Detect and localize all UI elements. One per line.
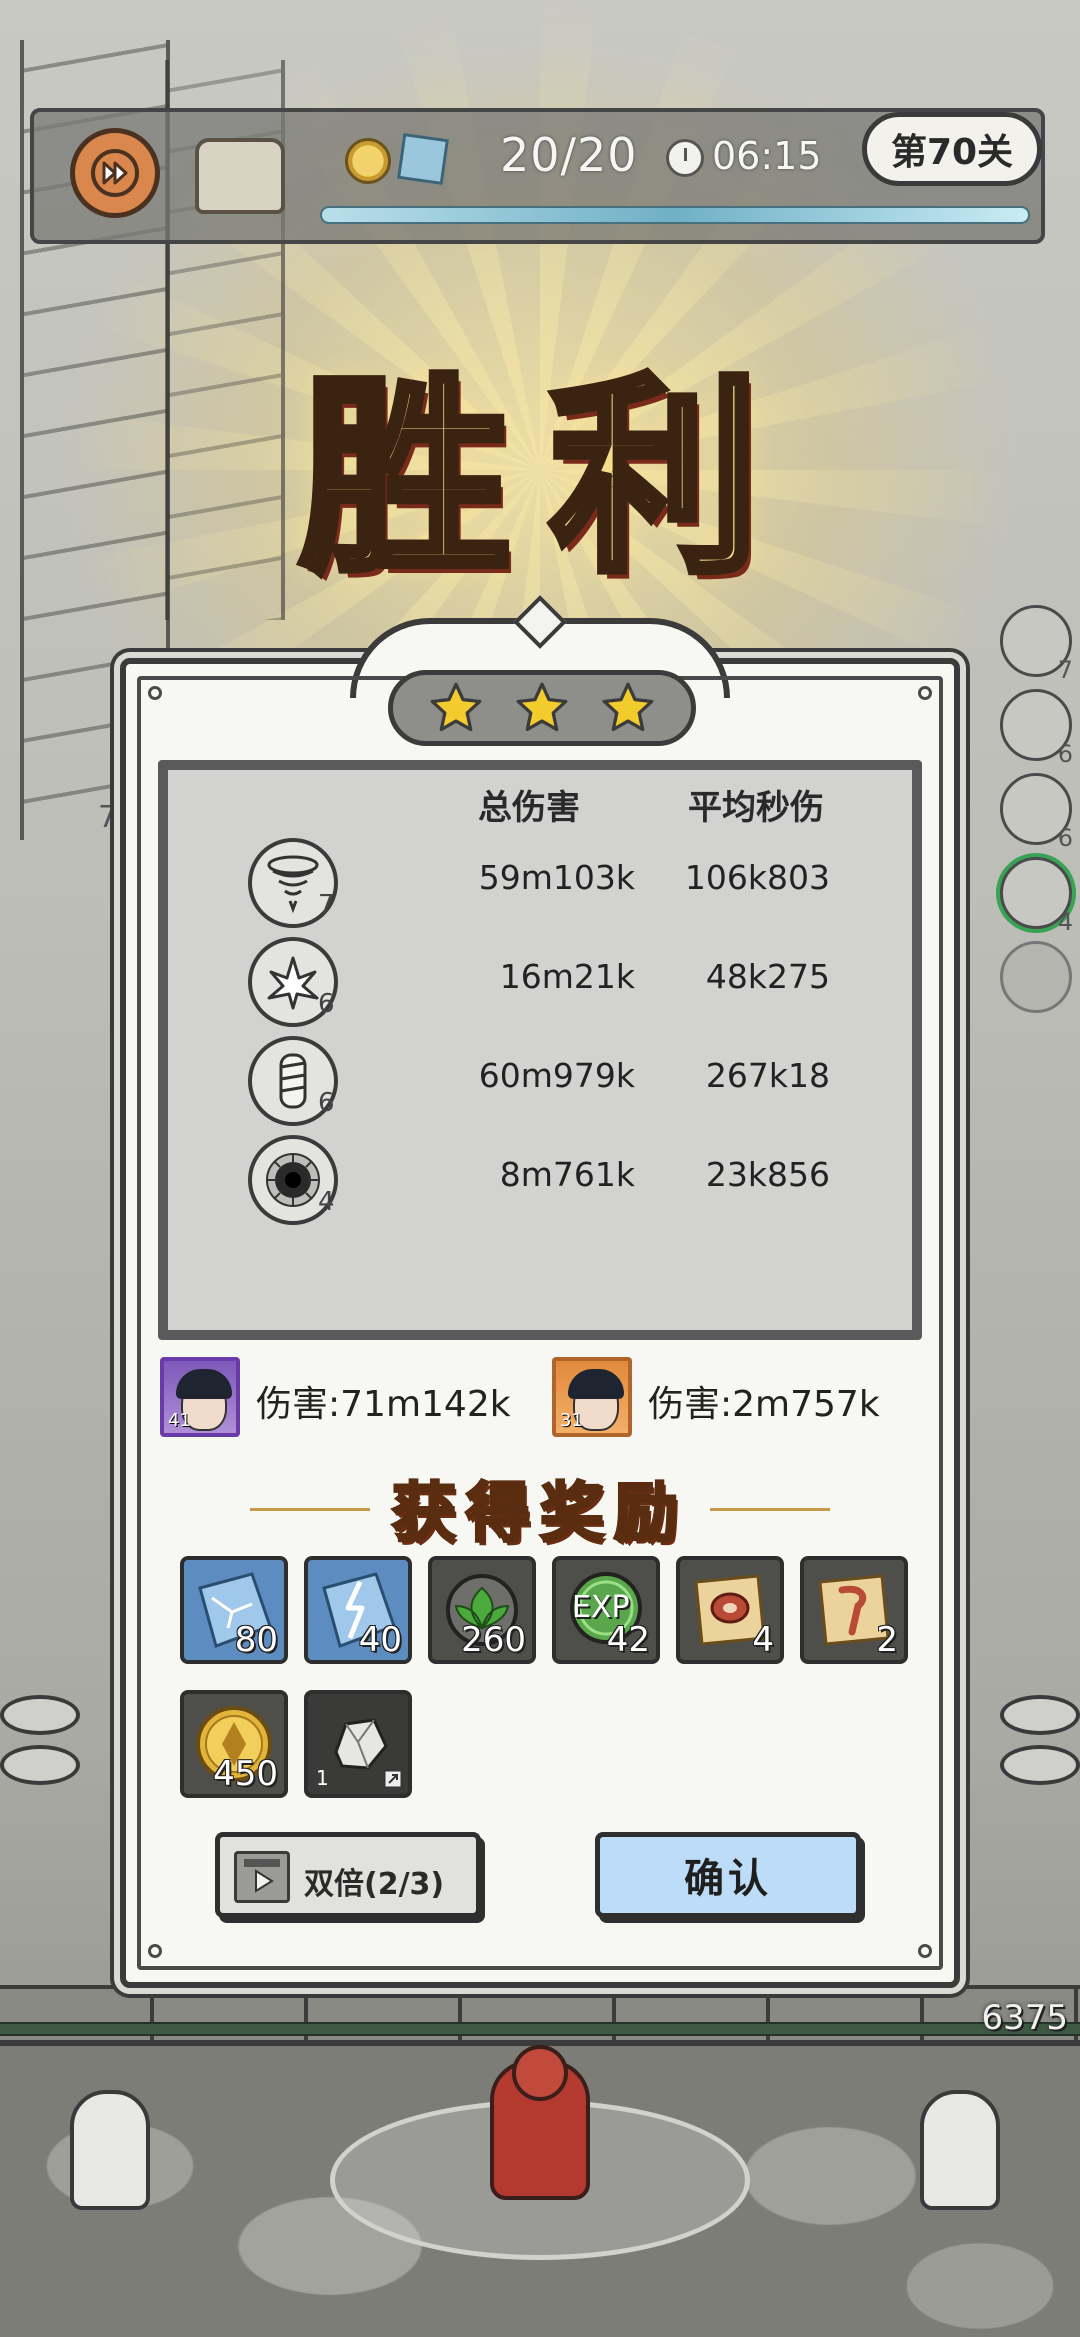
red-mage-hood [512, 2045, 568, 2101]
level-badge: 第70关 [862, 112, 1042, 186]
table-row: 4 8m761k 23k856 [0, 1135, 1080, 1225]
ghost-ally-left [70, 2090, 150, 2210]
total-damage-value: 16m21k [499, 957, 635, 996]
fast-forward-icon [91, 149, 139, 197]
dps-value: 106k803 [684, 858, 830, 897]
panel-rivet [918, 686, 932, 700]
reward-item[interactable]: 450 [180, 1690, 288, 1798]
ghost-ally-right [920, 2090, 1000, 2210]
table-row: 7 59m103k 106k803 [0, 838, 1080, 928]
left-stacked-discs [0, 1695, 80, 1795]
header-total-damage: 总伤害 [478, 788, 580, 828]
reward-item[interactable]: 40 [304, 1556, 412, 1664]
dps-value: 48k275 [705, 957, 830, 996]
fast-forward-button[interactable] [70, 128, 160, 218]
star-icon [427, 679, 485, 737]
reward-item[interactable]: EXP 42 [552, 1556, 660, 1664]
wave-progress-bar [320, 206, 1030, 224]
panel-rivet [148, 686, 162, 700]
skill-slot-ice-crystal[interactable]: 6 [1000, 689, 1073, 768]
reward-item[interactable]: 4 [676, 1556, 784, 1664]
panel-rivet [148, 1944, 162, 1958]
video-ad-icon [234, 1851, 290, 1903]
star-rating [388, 670, 696, 746]
castle-wall [0, 1985, 1080, 2045]
ice-gem-icon [397, 133, 449, 185]
dps-value: 23k856 [705, 1155, 830, 1194]
treasure-chest-button[interactable] [195, 138, 285, 214]
hero-summary: 31 伤害:2m757k [552, 1357, 932, 1439]
skill-slot-tornado[interactable]: 7 [1000, 605, 1073, 684]
battle-timer: 06:15 [712, 134, 822, 178]
total-damage-value: 8m761k [499, 1155, 635, 1194]
base-hp-bar [0, 2022, 1080, 2036]
clock-icon [666, 139, 704, 177]
victory-title: 胜利 [296, 350, 800, 605]
reward-item[interactable]: 80 [180, 1556, 288, 1664]
hero-damage: 伤害:2m757k [648, 1384, 880, 1425]
panel-rivet [918, 1944, 932, 1958]
rewards-title: 获得奖励 [391, 1475, 688, 1553]
total-damage-value: 60m979k [478, 1056, 635, 1095]
header-dps: 平均秒伤 [688, 788, 824, 828]
double-reward-button[interactable]: 双倍(2/3) [215, 1832, 481, 1918]
hero-damage: 伤害:71m142k [256, 1384, 511, 1425]
reward-item[interactable]: 2 [800, 1556, 908, 1664]
reward-item[interactable]: 260 [428, 1556, 536, 1664]
table-row: 6 60m979k 267k18 [0, 1036, 1080, 1126]
hero-summary: 41 伤害:71m142k [160, 1357, 540, 1439]
star-icon [599, 679, 657, 737]
star-icon [513, 679, 571, 737]
confirm-button[interactable]: 确认 [595, 1832, 861, 1918]
dps-value: 267k18 [705, 1056, 830, 1095]
expand-corner-icon [384, 1770, 402, 1788]
skill-slot-whirlwind[interactable]: 6 [1000, 773, 1073, 852]
wave-marker: 7 [98, 800, 118, 835]
hero-avatar[interactable]: 41 [160, 1357, 240, 1437]
hero-avatar[interactable]: 31 [552, 1357, 632, 1437]
reward-item[interactable]: 1 [304, 1690, 412, 1798]
right-stacked-discs [1000, 1695, 1080, 1795]
total-damage-value: 59m103k [478, 858, 635, 897]
table-row: 6 16m21k 48k275 [0, 937, 1080, 1027]
double-reward-label: 双倍(2/3) [304, 1867, 445, 1902]
wave-counter: 20/20 [500, 128, 638, 182]
coin-icon [345, 138, 391, 184]
base-hp-value: 6375 [981, 1998, 1068, 2038]
